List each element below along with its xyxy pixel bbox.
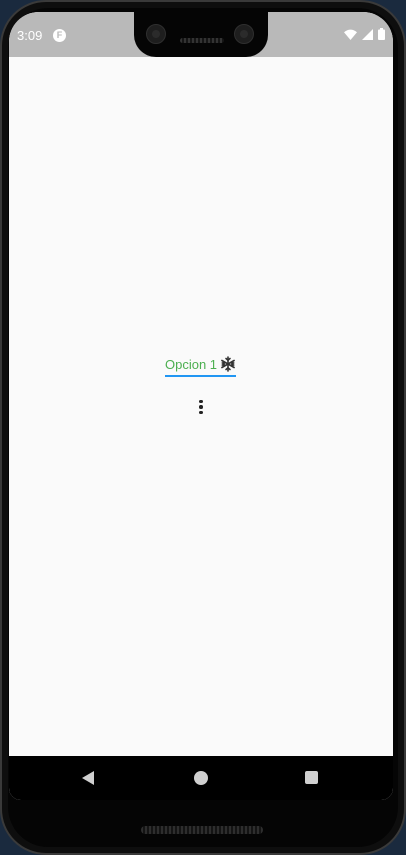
home-icon[interactable] bbox=[194, 771, 208, 785]
battery-icon bbox=[378, 28, 385, 40]
phone-screen: 3:09 F Opcion 1 bbox=[9, 12, 393, 800]
front-camera-right bbox=[234, 24, 254, 44]
signal-icon bbox=[362, 28, 373, 40]
dropdown-selected-label: Opcion 1 bbox=[165, 356, 218, 372]
options-dropdown[interactable]: Opcion 1 bbox=[165, 353, 236, 377]
bottom-speaker-grille bbox=[141, 826, 263, 834]
camera-notch bbox=[134, 12, 268, 57]
status-icons bbox=[344, 28, 385, 40]
wifi-icon bbox=[344, 29, 357, 40]
menu-dot bbox=[199, 410, 203, 415]
snowflake-icon bbox=[220, 356, 236, 372]
front-camera-left bbox=[146, 24, 166, 44]
recents-icon[interactable] bbox=[305, 771, 318, 784]
back-icon[interactable] bbox=[82, 771, 94, 785]
app-content: Opcion 1 bbox=[9, 57, 393, 756]
menu-dot bbox=[199, 399, 203, 404]
navigation-bar bbox=[9, 756, 393, 800]
more-vert-icon[interactable] bbox=[191, 397, 211, 417]
app-notification-icon: F bbox=[53, 29, 66, 42]
menu-dot bbox=[199, 405, 203, 409]
earpiece-speaker bbox=[180, 38, 224, 43]
status-time: 3:09 bbox=[17, 28, 43, 43]
